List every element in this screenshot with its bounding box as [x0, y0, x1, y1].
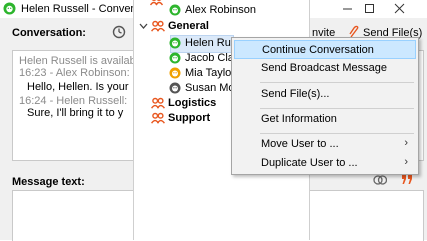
group-general[interactable]: General [168, 20, 209, 32]
conversation-line: Sure, I'll bring it to y [27, 107, 123, 119]
menu-item-label: Continue Conversation [262, 44, 374, 56]
group-support[interactable]: Support [168, 112, 210, 124]
conversation-line: Helen Russell is availab [19, 55, 136, 67]
menu-item-continue-conversation[interactable]: Continue Conversation [234, 40, 416, 59]
contact-item[interactable]: Susan Mo [185, 82, 235, 94]
menu-item-label: Duplicate User to ... [261, 157, 358, 169]
contact-item[interactable]: Jacob Clar [185, 52, 238, 64]
maximize-button[interactable] [360, 1, 380, 16]
submenu-arrow-icon: › [404, 137, 408, 149]
group-icon [151, 20, 165, 32]
contact-item[interactable]: Mia Taylor [185, 67, 235, 79]
history-icon[interactable] [112, 25, 126, 39]
menu-item-duplicate-user[interactable]: Duplicate User to ... › [234, 154, 416, 173]
contact-item[interactable]: Helen Rus [185, 37, 236, 49]
conversation-label: Conversation: [12, 27, 86, 39]
conversation-line: 16:24 - Helen Russell: [19, 95, 127, 107]
menu-item-send-broadcast[interactable]: Send Broadcast Message [234, 59, 416, 78]
message-text-label: Message text: [12, 176, 85, 188]
contact-item[interactable]: Alex Robinson [185, 4, 256, 16]
menu-separator [260, 108, 414, 109]
conversation-line: Hello, Hellen. Is your [27, 81, 129, 93]
menu-item-label: Move User to ... [261, 138, 339, 150]
context-menu: Continue Conversation Send Broadcast Mes… [231, 37, 419, 175]
menu-item-get-information[interactable]: Get Information [234, 110, 416, 129]
menu-item-label: Send Broadcast Message [261, 62, 387, 74]
chevron-down-icon[interactable] [139, 22, 148, 30]
menu-item-send-files[interactable]: Send File(s)... [234, 85, 416, 104]
menu-separator [260, 133, 414, 134]
status-online-icon [169, 37, 181, 49]
minimize-button[interactable] [338, 1, 358, 16]
window-title: Helen Russell - Conver [21, 3, 134, 15]
menu-item-label: Send File(s)... [261, 88, 329, 100]
status-online-icon [169, 4, 181, 16]
submenu-arrow-icon: › [404, 156, 408, 168]
close-button[interactable] [390, 1, 410, 16]
emoticons-icon[interactable] [373, 173, 387, 187]
group-logistics[interactable]: Logistics [168, 97, 216, 109]
status-online-icon [169, 52, 181, 64]
menu-separator [260, 82, 414, 83]
conversation-line: 16:23 - Alex Robinson: [19, 67, 130, 79]
group-icon [151, 112, 165, 124]
group-icon [151, 97, 165, 109]
menu-item-move-user[interactable]: Move User to ... › [234, 135, 416, 154]
status-away-icon [169, 67, 181, 79]
status-online-icon [3, 2, 16, 15]
menu-item-label: Get Information [261, 113, 337, 125]
status-offline-icon [169, 82, 181, 94]
group-icon [150, 0, 163, 6]
